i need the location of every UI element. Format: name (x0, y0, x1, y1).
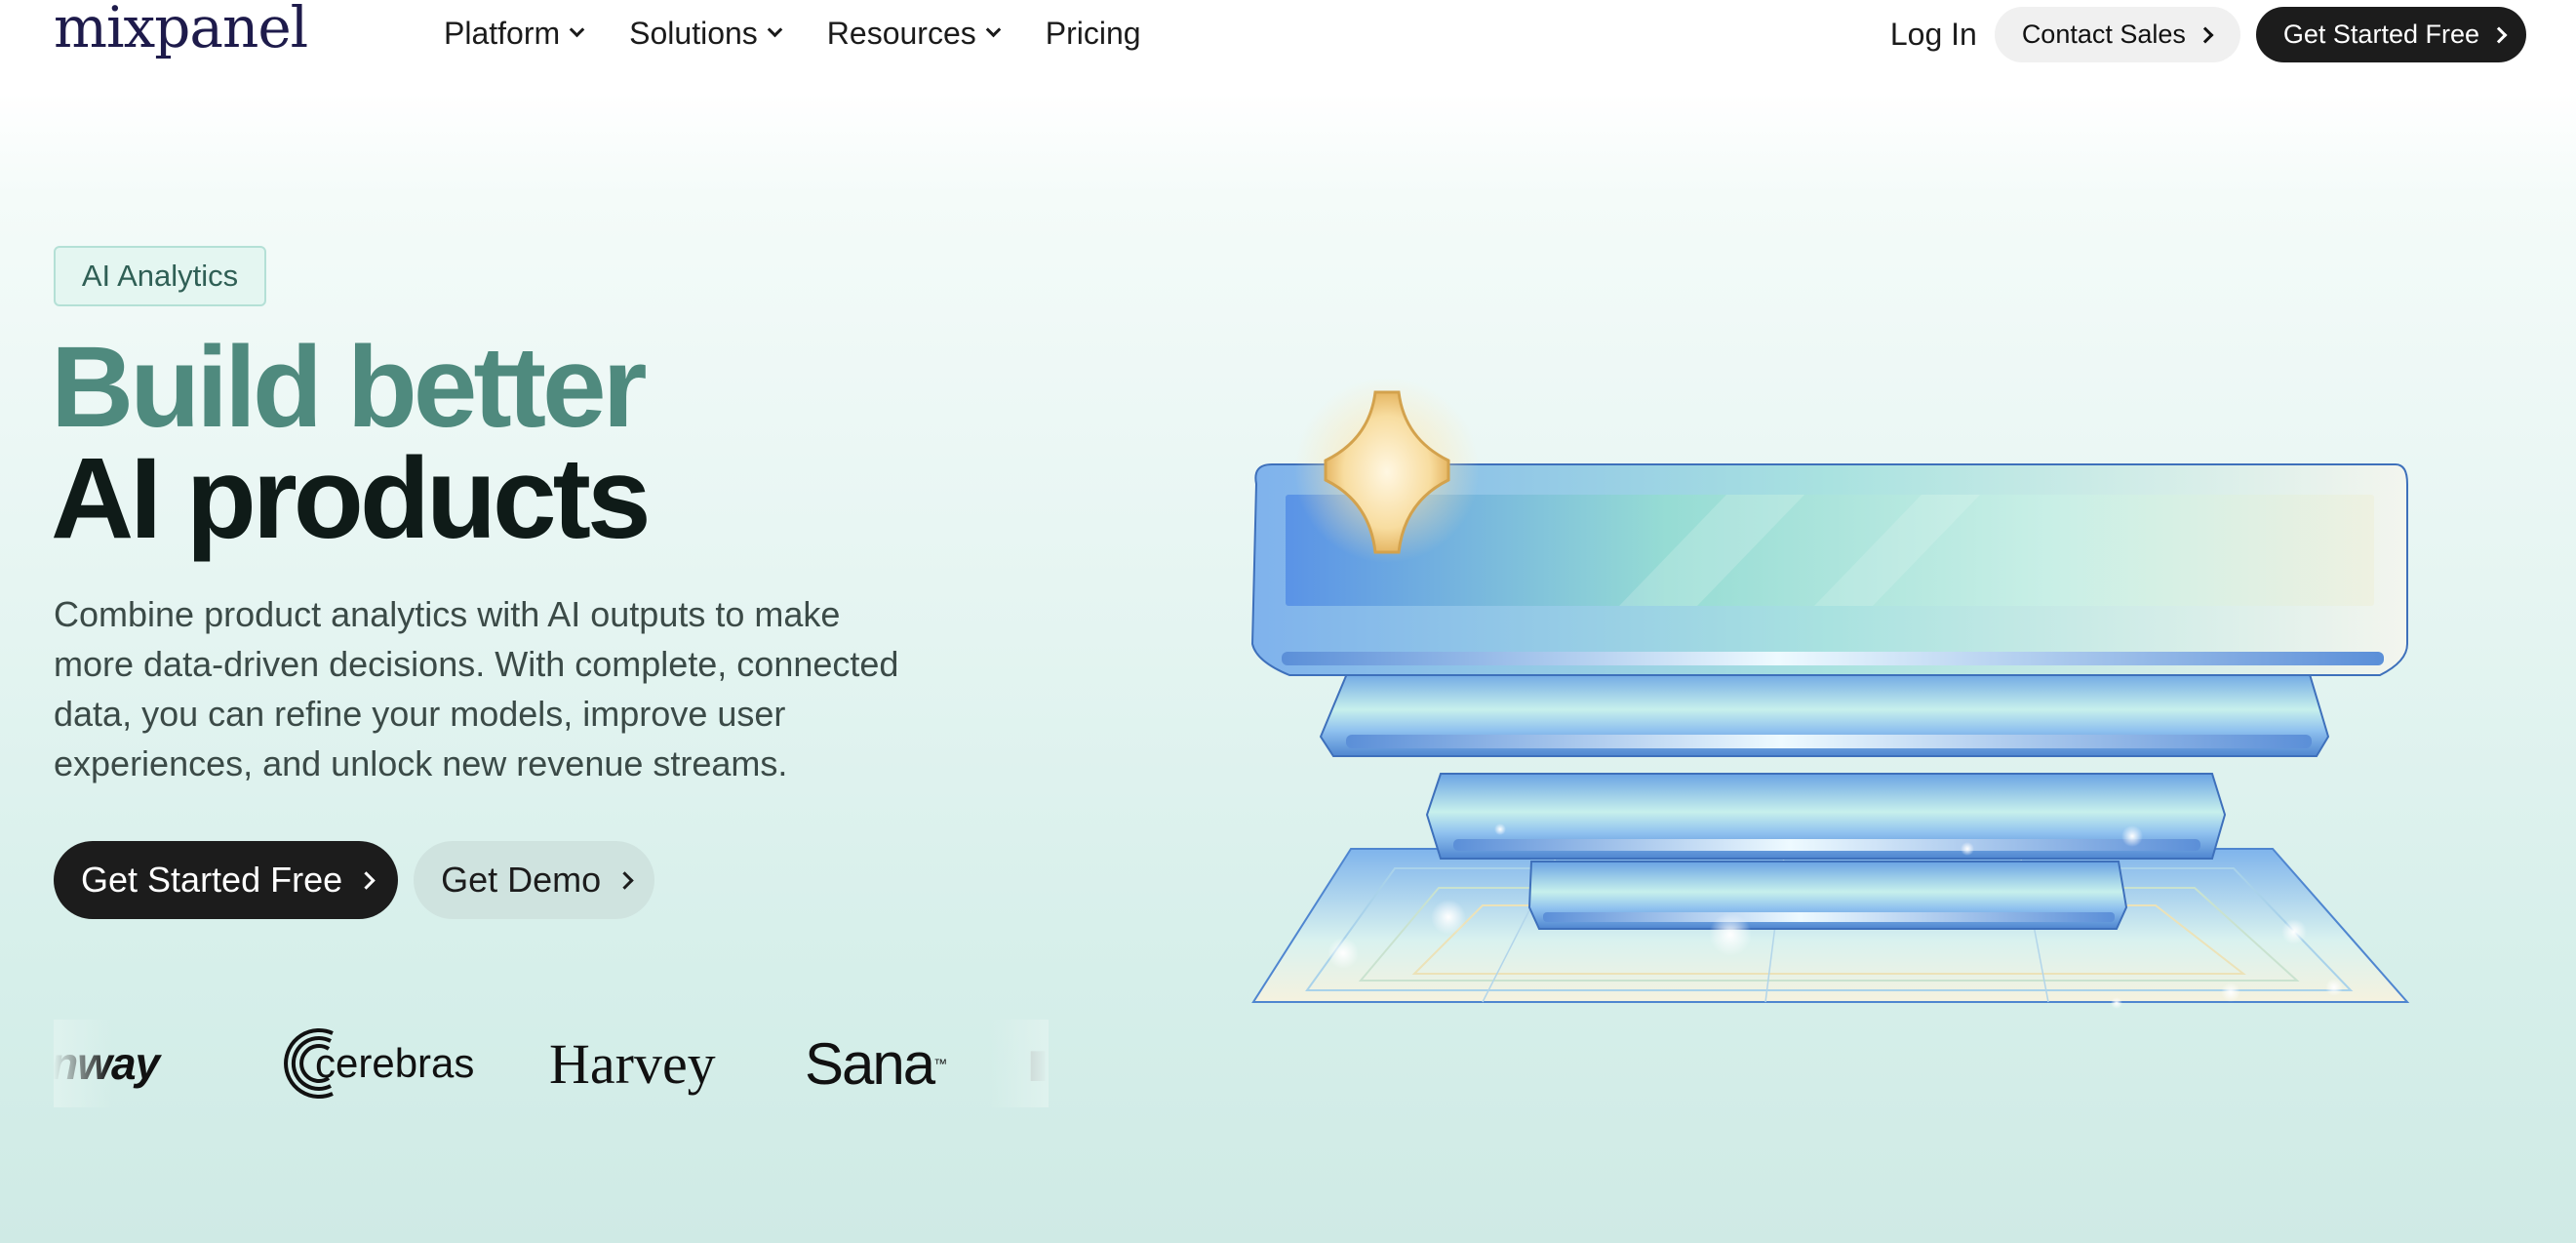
stack-layer-4 (1527, 861, 2128, 930)
cerebras-logo: cerebras (276, 1020, 474, 1107)
chevron-down-icon (569, 21, 585, 38)
hero-description: Combine product analytics with AI output… (54, 594, 899, 783)
logo-strip-fade-right (990, 1020, 1049, 1107)
stack-layer-2 (1319, 670, 2330, 757)
hero-cta-row: Get Started Free Get Demo (54, 841, 655, 919)
nav-solutions-label: Solutions (629, 16, 758, 51)
chevron-right-icon (2490, 26, 2508, 43)
ai-sparkle-stack-illustration (1250, 378, 2410, 1009)
nav-actions: Log In Contact Sales Get Started Free (1890, 7, 2526, 62)
get-started-free-button[interactable]: Get Started Free (54, 841, 399, 919)
contact-sales-label: Contact Sales (2021, 20, 2186, 49)
trademark-icon: ™ (933, 1056, 948, 1071)
login-link[interactable]: Log In (1890, 17, 1977, 53)
chevron-right-icon (357, 870, 376, 890)
headline-line-2: AI products (51, 434, 652, 563)
contact-sales-button[interactable]: Contact Sales (1994, 7, 2240, 62)
hero-headline: Build better AI products (51, 323, 652, 563)
nav-pricing[interactable]: Pricing (1046, 16, 1141, 52)
get-started-free-label: Get Started Free (81, 860, 343, 900)
chevron-right-icon (615, 870, 634, 890)
get-demo-label: Get Demo (441, 860, 602, 900)
harvey-logo-text: Harvey (549, 1031, 716, 1096)
harvey-logo: Harvey (549, 1020, 716, 1107)
stack-layer-3 (1425, 773, 2227, 860)
nav-resources[interactable]: Resources (826, 16, 1002, 52)
nav-get-started-button[interactable]: Get Started Free (2255, 7, 2526, 62)
headline-line-1: Build better (51, 323, 648, 452)
nav-platform-label: Platform (444, 16, 561, 51)
cerebras-logo-text: cerebras (315, 1040, 475, 1086)
nav-get-started-label: Get Started Free (2282, 20, 2479, 49)
nav-platform[interactable]: Platform (444, 16, 585, 52)
sana-logo-text: Sana (805, 1030, 935, 1097)
main-nav-links: Platform Solutions Resources Pricing (444, 16, 1141, 52)
nav-pricing-label: Pricing (1045, 16, 1141, 51)
chevron-down-icon (767, 21, 783, 38)
ai-analytics-badge: AI Analytics (54, 246, 266, 306)
chevron-down-icon (985, 21, 1002, 38)
get-demo-button[interactable]: Get Demo (414, 841, 655, 919)
sana-logo: Sana ™ (805, 1020, 947, 1107)
nav-solutions[interactable]: Solutions (629, 16, 783, 52)
sparkle-star-icon (1294, 378, 1480, 563)
top-nav: mixpanel Platform Solutions Resources Pr… (0, 0, 2576, 70)
mixpanel-logo[interactable]: mixpanel (54, 0, 308, 60)
chevron-right-icon (2197, 26, 2214, 43)
logo-strip-fade-left (54, 1020, 112, 1107)
nav-resources-label: Resources (826, 16, 976, 51)
customer-logo-strip: unway cerebras Harvey Sana™ ▮ (54, 1020, 1049, 1107)
